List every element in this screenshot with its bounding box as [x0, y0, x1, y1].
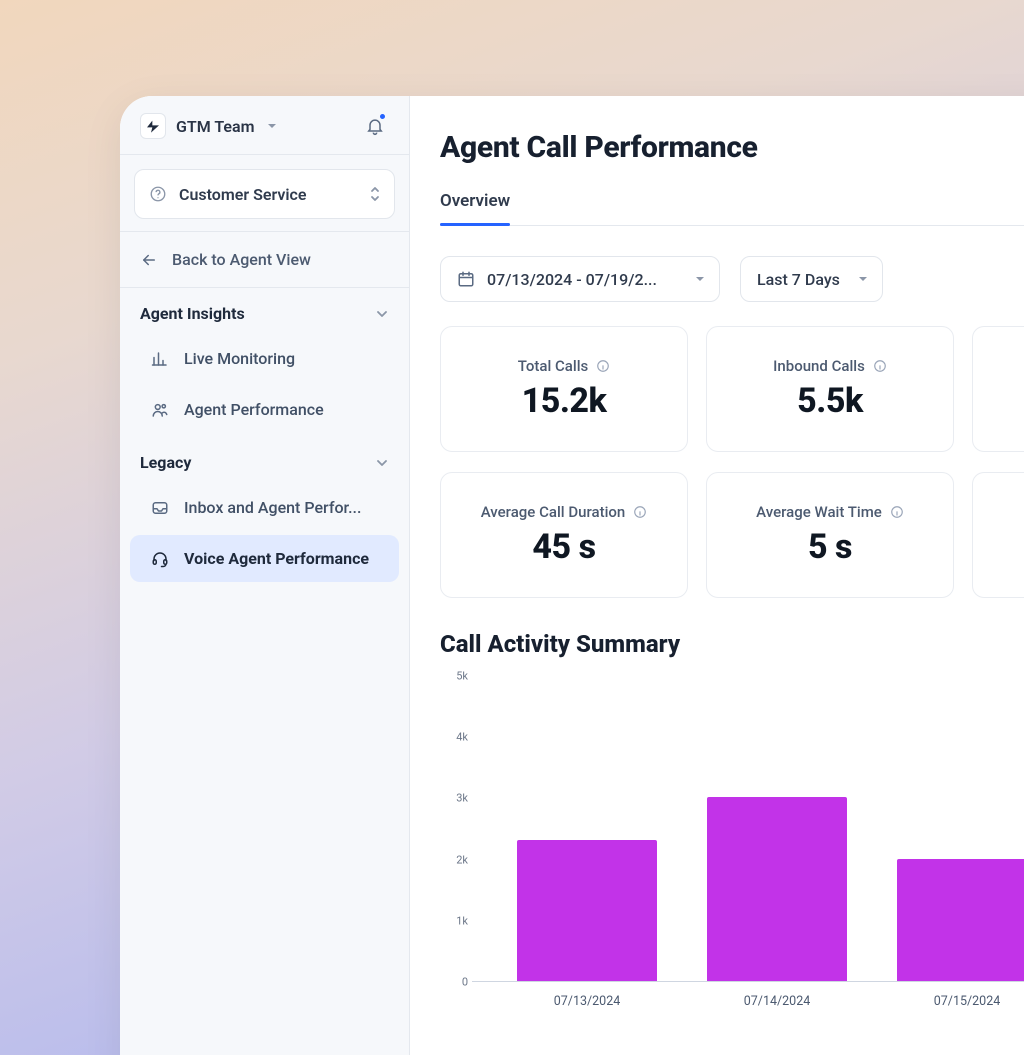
metric-value: 45 s — [532, 527, 595, 567]
chart-y-tick: 4k — [456, 731, 468, 744]
metric-label: Average Wait Time — [756, 503, 882, 521]
chart-y-tick: 0 — [462, 976, 468, 989]
notification-dot-icon — [378, 112, 387, 121]
caret-down-icon — [267, 121, 277, 131]
metric-card-avg-wait-time: Average Wait Time 5 s — [706, 472, 954, 598]
team-name: GTM Team — [176, 117, 255, 136]
sidebar-item-live-monitoring[interactable]: Live Monitoring — [130, 335, 399, 382]
metric-card-avg-call-duration: Average Call Duration 45 s — [440, 472, 688, 598]
info-icon[interactable] — [873, 359, 887, 373]
workspace-select[interactable]: Customer Service — [134, 169, 395, 219]
date-preset-select[interactable]: Last 7 Days — [740, 256, 883, 302]
metric-card-total-calls: Total Calls 15.2k — [440, 326, 688, 452]
help-circle-icon — [149, 185, 167, 203]
info-icon[interactable] — [633, 505, 647, 519]
call-activity-chart: 01k2k3k4k5k 07/13/202407/14/202407/15/20… — [440, 676, 1024, 1016]
sidebar: GTM Team — [120, 96, 410, 1055]
metric-card-partial — [972, 472, 1024, 598]
sidebar-group-title: Agent Insights — [140, 304, 245, 323]
chevron-down-icon — [375, 456, 389, 470]
calendar-icon — [457, 270, 475, 288]
metric-value: 5 s — [808, 527, 852, 567]
sidebar-item-label: Agent Performance — [184, 400, 324, 419]
sidebar-item-label: Live Monitoring — [184, 349, 295, 368]
sidebar-group-legacy[interactable]: Legacy — [120, 435, 409, 482]
chart-x-label: 07/13/2024 — [497, 994, 677, 1009]
chart-y-tick: 2k — [456, 853, 468, 866]
metric-value: 15.2k — [522, 381, 607, 421]
person-icon — [150, 401, 170, 419]
chart-title: Call Activity Summary — [440, 630, 1024, 658]
chart-bar — [517, 840, 657, 981]
chart-y-tick: 3k — [456, 792, 468, 805]
sidebar-group-title: Legacy — [140, 453, 191, 472]
caret-down-icon — [858, 274, 868, 284]
date-preset-text: Last 7 Days — [757, 270, 840, 289]
sidebar-item-label: Voice Agent Performance — [184, 549, 369, 568]
workspace-select-label: Customer Service — [179, 185, 356, 204]
metric-card-partial — [972, 326, 1024, 452]
inbox-icon — [150, 499, 170, 517]
chart-x-label: 07/15/2024 — [877, 994, 1024, 1009]
team-switcher[interactable]: GTM Team — [120, 96, 409, 155]
chart-bar — [897, 859, 1024, 981]
metric-card-inbound-calls: Inbound Calls 5.5k — [706, 326, 954, 452]
app-logo-icon — [140, 113, 166, 139]
caret-down-icon — [695, 274, 705, 284]
chevron-down-icon — [375, 307, 389, 321]
info-icon[interactable] — [596, 359, 610, 373]
back-to-agent-view[interactable]: Back to Agent View — [120, 232, 409, 288]
metric-label: Total Calls — [518, 357, 589, 375]
metric-value: 5.5k — [797, 381, 863, 421]
tab-label: Overview — [440, 191, 510, 211]
chart-x-axis: 07/13/2024 07/14/2024 07/15/2024 — [472, 986, 1024, 1016]
chart-x-axis-line — [472, 981, 1024, 982]
metric-label: Average Call Duration — [481, 503, 626, 521]
tabs: Overview — [440, 191, 1024, 226]
date-range-text: 07/13/2024 - 07/19/2... — [487, 270, 677, 289]
chart-y-tick: 1k — [456, 914, 468, 927]
chart-y-tick: 5k — [456, 670, 468, 683]
chart-y-axis: 01k2k3k4k5k — [440, 676, 472, 982]
sidebar-item-inbox-agent-performance[interactable]: Inbox and Agent Perfor... — [130, 484, 399, 531]
sidebar-item-voice-agent-performance[interactable]: Voice Agent Performance — [130, 535, 399, 582]
tab-overview[interactable]: Overview — [440, 191, 510, 225]
metrics-row-2: Average Call Duration 45 s Average Wait … — [440, 472, 1024, 598]
background: GTM Team — [0, 0, 1024, 1055]
chart-plot-area — [472, 676, 1024, 982]
back-label: Back to Agent View — [172, 250, 311, 269]
filters-row: 07/13/2024 - 07/19/2... Last 7 Days — [440, 256, 1024, 302]
metric-label: Inbound Calls — [773, 357, 865, 375]
chart-x-label: 07/14/2024 — [687, 994, 867, 1009]
metrics-row-1: Total Calls 15.2k Inbound Calls 5.5 — [440, 326, 1024, 452]
chevron-up-down-icon — [368, 185, 382, 203]
sidebar-item-label: Inbox and Agent Perfor... — [184, 498, 361, 517]
notifications-button[interactable] — [361, 112, 389, 140]
sidebar-item-agent-performance[interactable]: Agent Performance — [130, 386, 399, 433]
date-range-picker[interactable]: 07/13/2024 - 07/19/2... — [440, 256, 720, 302]
app-window: GTM Team — [120, 96, 1024, 1055]
sidebar-group-agent-insights[interactable]: Agent Insights — [120, 288, 409, 333]
chart-bar — [707, 797, 847, 981]
bars-icon — [150, 350, 170, 368]
page-title: Agent Call Performance — [440, 130, 1024, 165]
main-content: Agent Call Performance Overview 07/13/20… — [410, 96, 1024, 1055]
arrow-left-icon — [140, 251, 158, 269]
info-icon[interactable] — [890, 505, 904, 519]
headset-icon — [150, 550, 170, 568]
